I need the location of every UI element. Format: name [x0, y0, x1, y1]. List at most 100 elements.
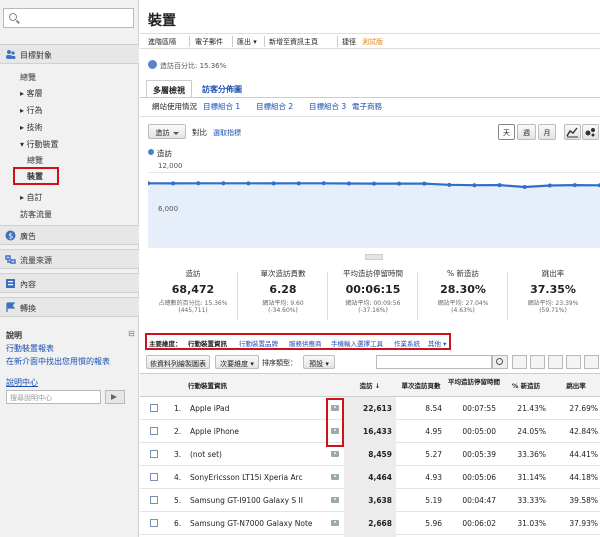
secondary-dimension-button[interactable]: 次要維度 ▾	[215, 355, 259, 369]
select-metric-link[interactable]: 選取指標	[213, 128, 241, 138]
data-point[interactable]	[497, 183, 502, 188]
data-point[interactable]	[572, 183, 577, 188]
help-search-button[interactable]	[105, 390, 125, 404]
data-point[interactable]	[246, 181, 251, 186]
data-point[interactable]	[447, 182, 452, 187]
scorecard-visits[interactable]: 造訪 68,472 占總數的百分比: 15.36% (445,711)	[148, 268, 238, 324]
data-point[interactable]	[196, 181, 201, 186]
export-button[interactable]: 匯出 ▾	[237, 37, 257, 47]
scorecard-bounce-rate[interactable]: 跳出率 37.35% 網站平均: 23.39% (59.71%)	[508, 268, 598, 324]
add-to-dashboard-button[interactable]: 新增至資訊主頁	[269, 37, 318, 47]
data-point[interactable]	[271, 181, 276, 186]
help-link-find-reports[interactable]: 在新介面中找出您用慣的報表	[6, 356, 110, 367]
row-device-name[interactable]: Apple iPhone	[190, 427, 239, 436]
row-checkbox[interactable]	[150, 496, 158, 504]
data-point[interactable]	[422, 181, 427, 186]
tab-explorer[interactable]: 多層檢視	[146, 80, 192, 98]
col-new-visits[interactable]: % 新造訪	[504, 382, 548, 390]
row-device-name[interactable]: (not set)	[190, 450, 222, 459]
subtab-goal-set-1[interactable]: 目標組合 1	[203, 101, 240, 112]
subtab-ecommerce[interactable]: 電子商務	[352, 101, 382, 112]
row-checkbox[interactable]	[150, 473, 158, 481]
row-device-name[interactable]: SonyEricsson LT15i Xperia Arc	[190, 473, 303, 482]
data-point[interactable]	[522, 185, 527, 190]
sidebar-item-mobile-overview[interactable]: 總覽	[27, 155, 43, 166]
sidebar-item-mobile[interactable]: ▾ 行動裝置	[20, 139, 59, 150]
sidebar-section-traffic[interactable]: 流量來源	[0, 249, 139, 269]
data-point[interactable]	[372, 181, 376, 186]
help-center-link[interactable]: 說明中心	[6, 377, 38, 388]
data-point[interactable]	[171, 181, 176, 186]
row-checkbox[interactable]	[150, 404, 158, 412]
subtab-goal-set-3[interactable]: 目標組合 3	[309, 101, 346, 112]
chart-resize-handle[interactable]	[365, 254, 383, 260]
day-button[interactable]: 天	[498, 124, 515, 140]
visits-line-chart[interactable]: 12,000 6,000	[146, 160, 600, 250]
row-checkbox[interactable]	[150, 519, 158, 527]
subtab-site-usage[interactable]: 網站使用情況	[152, 101, 197, 112]
metric-select[interactable]: 造訪	[148, 124, 186, 139]
view-performance-icon[interactable]	[548, 355, 563, 369]
table-search-button[interactable]	[492, 355, 508, 369]
help-search-input[interactable]: 搜尋說明中心	[6, 390, 101, 404]
data-point[interactable]	[321, 181, 326, 186]
dimension-mobile-info[interactable]: 行動裝置資訊	[188, 338, 227, 348]
data-point[interactable]	[296, 181, 301, 186]
sort-type-select[interactable]: 預設 ▾	[303, 355, 335, 369]
plot-rows-button[interactable]: 依資料列繪製圖表	[146, 355, 210, 369]
camera-icon[interactable]	[331, 520, 339, 526]
dimension-os[interactable]: 作業系統	[394, 338, 420, 348]
sidebar-search-input[interactable]	[3, 8, 134, 28]
scorecard-pages-per-visit[interactable]: 單次造訪頁數 6.28 網站平均: 9.60 (-34.60%)	[238, 268, 328, 324]
email-button[interactable]: 電子郵件	[195, 37, 223, 47]
data-point[interactable]	[397, 181, 402, 186]
data-point[interactable]	[346, 181, 351, 186]
tab-map-overlay[interactable]: 訪客分佈圖	[196, 80, 248, 98]
collapse-icon[interactable]: ⊟	[128, 329, 135, 338]
sidebar-section-ads[interactable]: $ 廣告	[0, 225, 139, 245]
view-pivot-icon[interactable]	[584, 355, 599, 369]
dimension-other[interactable]: 其他 ▾	[428, 338, 446, 348]
data-point[interactable]	[472, 183, 477, 188]
sidebar-item-overview[interactable]: 總覽	[20, 72, 36, 83]
sidebar-item-technology[interactable]: ▸ 技術	[20, 122, 43, 133]
table-search-input[interactable]	[376, 355, 492, 369]
scorecard-avg-duration[interactable]: 平均造訪停留時間 00:06:15 網站平均: 00:09:56 (-37.16…	[328, 268, 418, 324]
data-point[interactable]	[221, 181, 226, 186]
advanced-segments-button[interactable]: 進階區隔	[148, 37, 176, 47]
sidebar-item-visitors-flow[interactable]: 訪客流量	[20, 209, 52, 220]
row-device-name[interactable]: Samsung GT-I9100 Galaxy S II	[190, 496, 303, 505]
week-button[interactable]: 週	[517, 124, 536, 140]
subtab-goal-set-2[interactable]: 目標組合 2	[256, 101, 293, 112]
row-device-name[interactable]: Samsung GT-N7000 Galaxy Note	[190, 519, 313, 528]
col-device-info[interactable]: 行動裝置資訊	[188, 382, 227, 390]
camera-icon[interactable]	[331, 497, 339, 503]
col-pages-per-visit[interactable]: 單次造訪頁數	[396, 382, 446, 390]
camera-icon[interactable]	[331, 451, 339, 457]
row-device-name[interactable]: Apple iPad	[190, 404, 229, 413]
motion-chart-button[interactable]	[582, 124, 599, 140]
help-link-mobile-report[interactable]: 行動裝置報表	[6, 343, 54, 354]
row-checkbox[interactable]	[150, 427, 158, 435]
dimension-input-selector[interactable]: 手機輸入選擇工具	[331, 338, 383, 348]
sidebar-item-demographics[interactable]: ▸ 客層	[20, 88, 43, 99]
sidebar-item-behavior[interactable]: ▸ 行為	[20, 105, 43, 116]
shortcut-button[interactable]: 捷徑	[342, 37, 356, 47]
dimension-service-provider[interactable]: 服務供應商	[289, 338, 322, 348]
row-checkbox[interactable]	[150, 450, 158, 458]
view-pie-icon[interactable]	[530, 355, 545, 369]
col-avg-duration[interactable]: 平均造訪停留時間	[448, 378, 500, 386]
data-point[interactable]	[547, 183, 552, 188]
sidebar-item-custom[interactable]: ▸ 自訂	[20, 192, 43, 203]
camera-icon[interactable]	[331, 474, 339, 480]
view-table-icon[interactable]	[512, 355, 527, 369]
col-bounce-rate[interactable]: 跳出率	[552, 382, 600, 390]
month-button[interactable]: 月	[538, 124, 556, 140]
sidebar-section-content[interactable]: 內容	[0, 273, 139, 293]
line-chart-button[interactable]	[564, 124, 581, 140]
sidebar-section-audience[interactable]: 目標對象	[0, 44, 139, 64]
sidebar-section-conversions[interactable]: 轉換	[0, 297, 139, 317]
col-visits[interactable]: 造訪 ↓	[344, 382, 396, 390]
dimension-brand[interactable]: 行動裝置品牌	[239, 338, 278, 348]
scorecard-new-visits[interactable]: % 新造訪 28.30% 網站平均: 27.04% (4.63%)	[418, 268, 508, 324]
